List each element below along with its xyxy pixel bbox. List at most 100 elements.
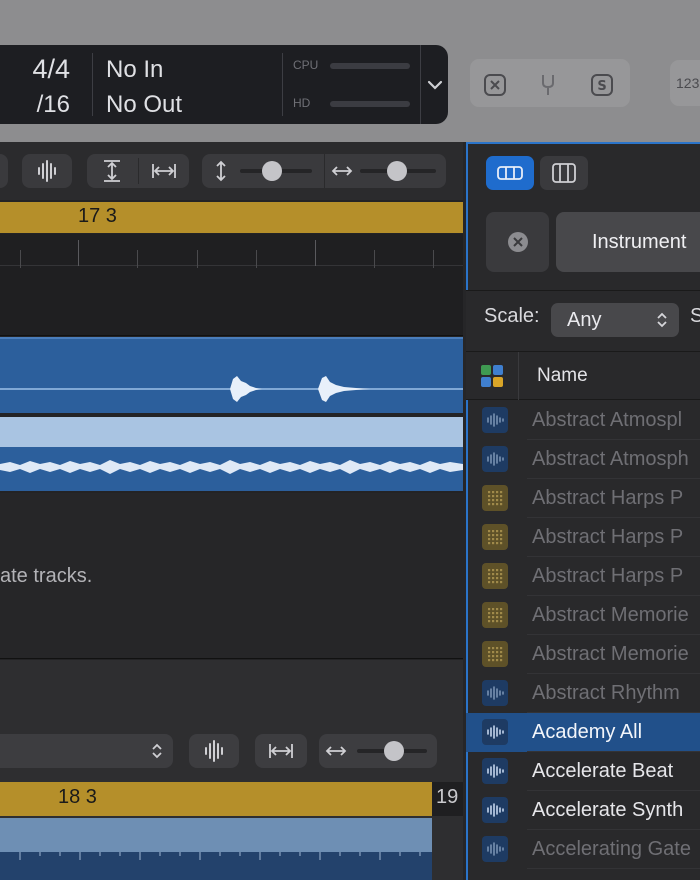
svg-text:S: S	[597, 79, 606, 94]
dots-grid-icon	[482, 641, 508, 667]
waveform-icon	[38, 160, 56, 182]
horizontal-fit-button[interactable]	[255, 734, 307, 768]
loop-name: Abstract Memorie	[532, 604, 689, 626]
scale-select[interactable]: Any	[551, 303, 679, 337]
waveform-icon	[482, 836, 508, 862]
type-color-icon[interactable]	[481, 365, 503, 387]
horizontal-zoom-group	[319, 734, 437, 768]
region-grid-ticks	[19, 852, 421, 860]
clear-icon	[507, 232, 528, 252]
horizontal-zoom-knob[interactable]	[387, 161, 407, 181]
horizontal-fit-icon	[269, 744, 293, 758]
ruler-tick	[20, 250, 21, 268]
timeline-grid	[0, 234, 463, 336]
signature-label-truncated: S	[690, 305, 700, 327]
waveform-icon	[482, 797, 508, 823]
solo-button[interactable]: S	[590, 73, 614, 97]
loop-name: Abstract Harps P	[532, 487, 684, 509]
column-view-button[interactable]	[540, 156, 588, 190]
waveform-icon	[482, 407, 508, 433]
waveform-icon	[482, 680, 508, 706]
time-signature[interactable]: 4/4	[0, 51, 70, 87]
cpu-label: CPU	[293, 58, 319, 72]
close-box-button[interactable]	[483, 73, 507, 97]
hd-label: HD	[293, 96, 311, 110]
loop-name: Abstract Atmosph	[532, 448, 689, 470]
zoom-fit-group	[87, 154, 189, 188]
list-view-button[interactable]	[486, 156, 534, 190]
region-waveform	[0, 376, 463, 402]
ruler-tick	[197, 250, 198, 268]
loop-name: Accelerate Beat	[532, 760, 674, 782]
hd-meter	[330, 101, 410, 107]
ruler-tick	[374, 250, 375, 268]
tuner-button[interactable]	[536, 73, 560, 97]
ruler-tick	[78, 240, 79, 266]
lcd-menu-chevron[interactable]	[420, 45, 448, 124]
region-waveform	[0, 460, 463, 474]
horizontal-zoom-knob[interactable]	[384, 741, 404, 761]
loop-name: Abstract Memorie	[532, 643, 689, 665]
loop-name: Accelerate Synth	[532, 799, 684, 821]
horizontal-zoom-icon	[325, 746, 347, 756]
horizontal-fit-icon[interactable]	[139, 154, 189, 188]
dots-grid-icon	[482, 485, 508, 511]
lcd-divider	[92, 53, 93, 116]
ruler-tick	[256, 250, 257, 268]
clear-filter-button[interactable]	[486, 212, 549, 272]
solo-s-icon: S	[591, 74, 613, 96]
close-box-icon	[484, 74, 506, 96]
editor-select[interactable]	[0, 734, 173, 768]
loop-name: Abstract Harps P	[532, 565, 684, 587]
cpu-meter	[330, 63, 410, 69]
waveform-icon	[482, 719, 508, 745]
scale-value: Any	[567, 309, 602, 331]
editor-ruler[interactable]: 18 3	[0, 782, 432, 816]
segment-divider	[324, 154, 325, 188]
empty-track-area[interactable]: ate tracks.	[0, 493, 463, 659]
output-status[interactable]: No Out	[106, 90, 182, 120]
loop-name: Academy All	[532, 721, 643, 743]
timeline-ruler[interactable]: 17 3	[0, 202, 463, 233]
instrument-filter-button[interactable]: Instrument	[556, 212, 700, 272]
list-view-icon	[497, 166, 523, 180]
waveform-zoom-button[interactable]	[22, 154, 72, 188]
waveform-icon	[482, 446, 508, 472]
waveform-icon	[205, 740, 223, 762]
loop-name: Abstract Atmospl	[532, 409, 683, 431]
zoom-sliders-group	[202, 154, 446, 188]
ruler-end-label: 19	[432, 782, 463, 816]
ruler-tick	[315, 240, 316, 266]
loop-name: Abstract Harps P	[532, 526, 684, 548]
waveform-icon	[482, 758, 508, 784]
column-divider	[518, 352, 519, 400]
vertical-zoom-knob[interactable]	[262, 161, 282, 181]
lcd-display[interactable]: 4/4 /16 No In No Out CPU HD	[0, 45, 448, 124]
empty-area-hint: ate tracks.	[0, 565, 93, 587]
name-column-header[interactable]: Name	[537, 365, 588, 387]
grid-line	[0, 265, 463, 266]
input-status[interactable]: No In	[106, 55, 163, 85]
chevron-down-icon	[427, 80, 442, 90]
horizontal-zoom-icon	[331, 166, 353, 176]
waveform-zoom-button[interactable]	[189, 734, 239, 768]
ruler-position-label: 17 3	[78, 205, 117, 227]
scale-label: Scale:	[484, 305, 540, 327]
region-header	[0, 818, 432, 852]
region-header	[0, 417, 463, 447]
loop-name: Accelerating Gate	[532, 838, 691, 860]
loop-name: Abstract Rhythm	[532, 682, 680, 704]
dots-grid-icon	[482, 524, 508, 550]
toolbar-button[interactable]	[0, 154, 8, 188]
dots-grid-icon	[482, 602, 508, 628]
vertical-zoom-icon	[216, 160, 226, 182]
audio-region[interactable]	[0, 337, 463, 413]
count-in-button[interactable]: 123	[670, 60, 700, 106]
ruler-position-label: 18 3	[58, 786, 97, 808]
row-separator	[527, 868, 700, 869]
tuning-fork-icon	[542, 75, 554, 95]
dots-grid-icon	[482, 563, 508, 589]
app-window: 4/4 /16 No In No Out CPU HD S 123 17 3 a…	[0, 0, 700, 880]
division-value[interactable]: /16	[0, 89, 70, 121]
vertical-fit-icon[interactable]	[87, 154, 137, 188]
